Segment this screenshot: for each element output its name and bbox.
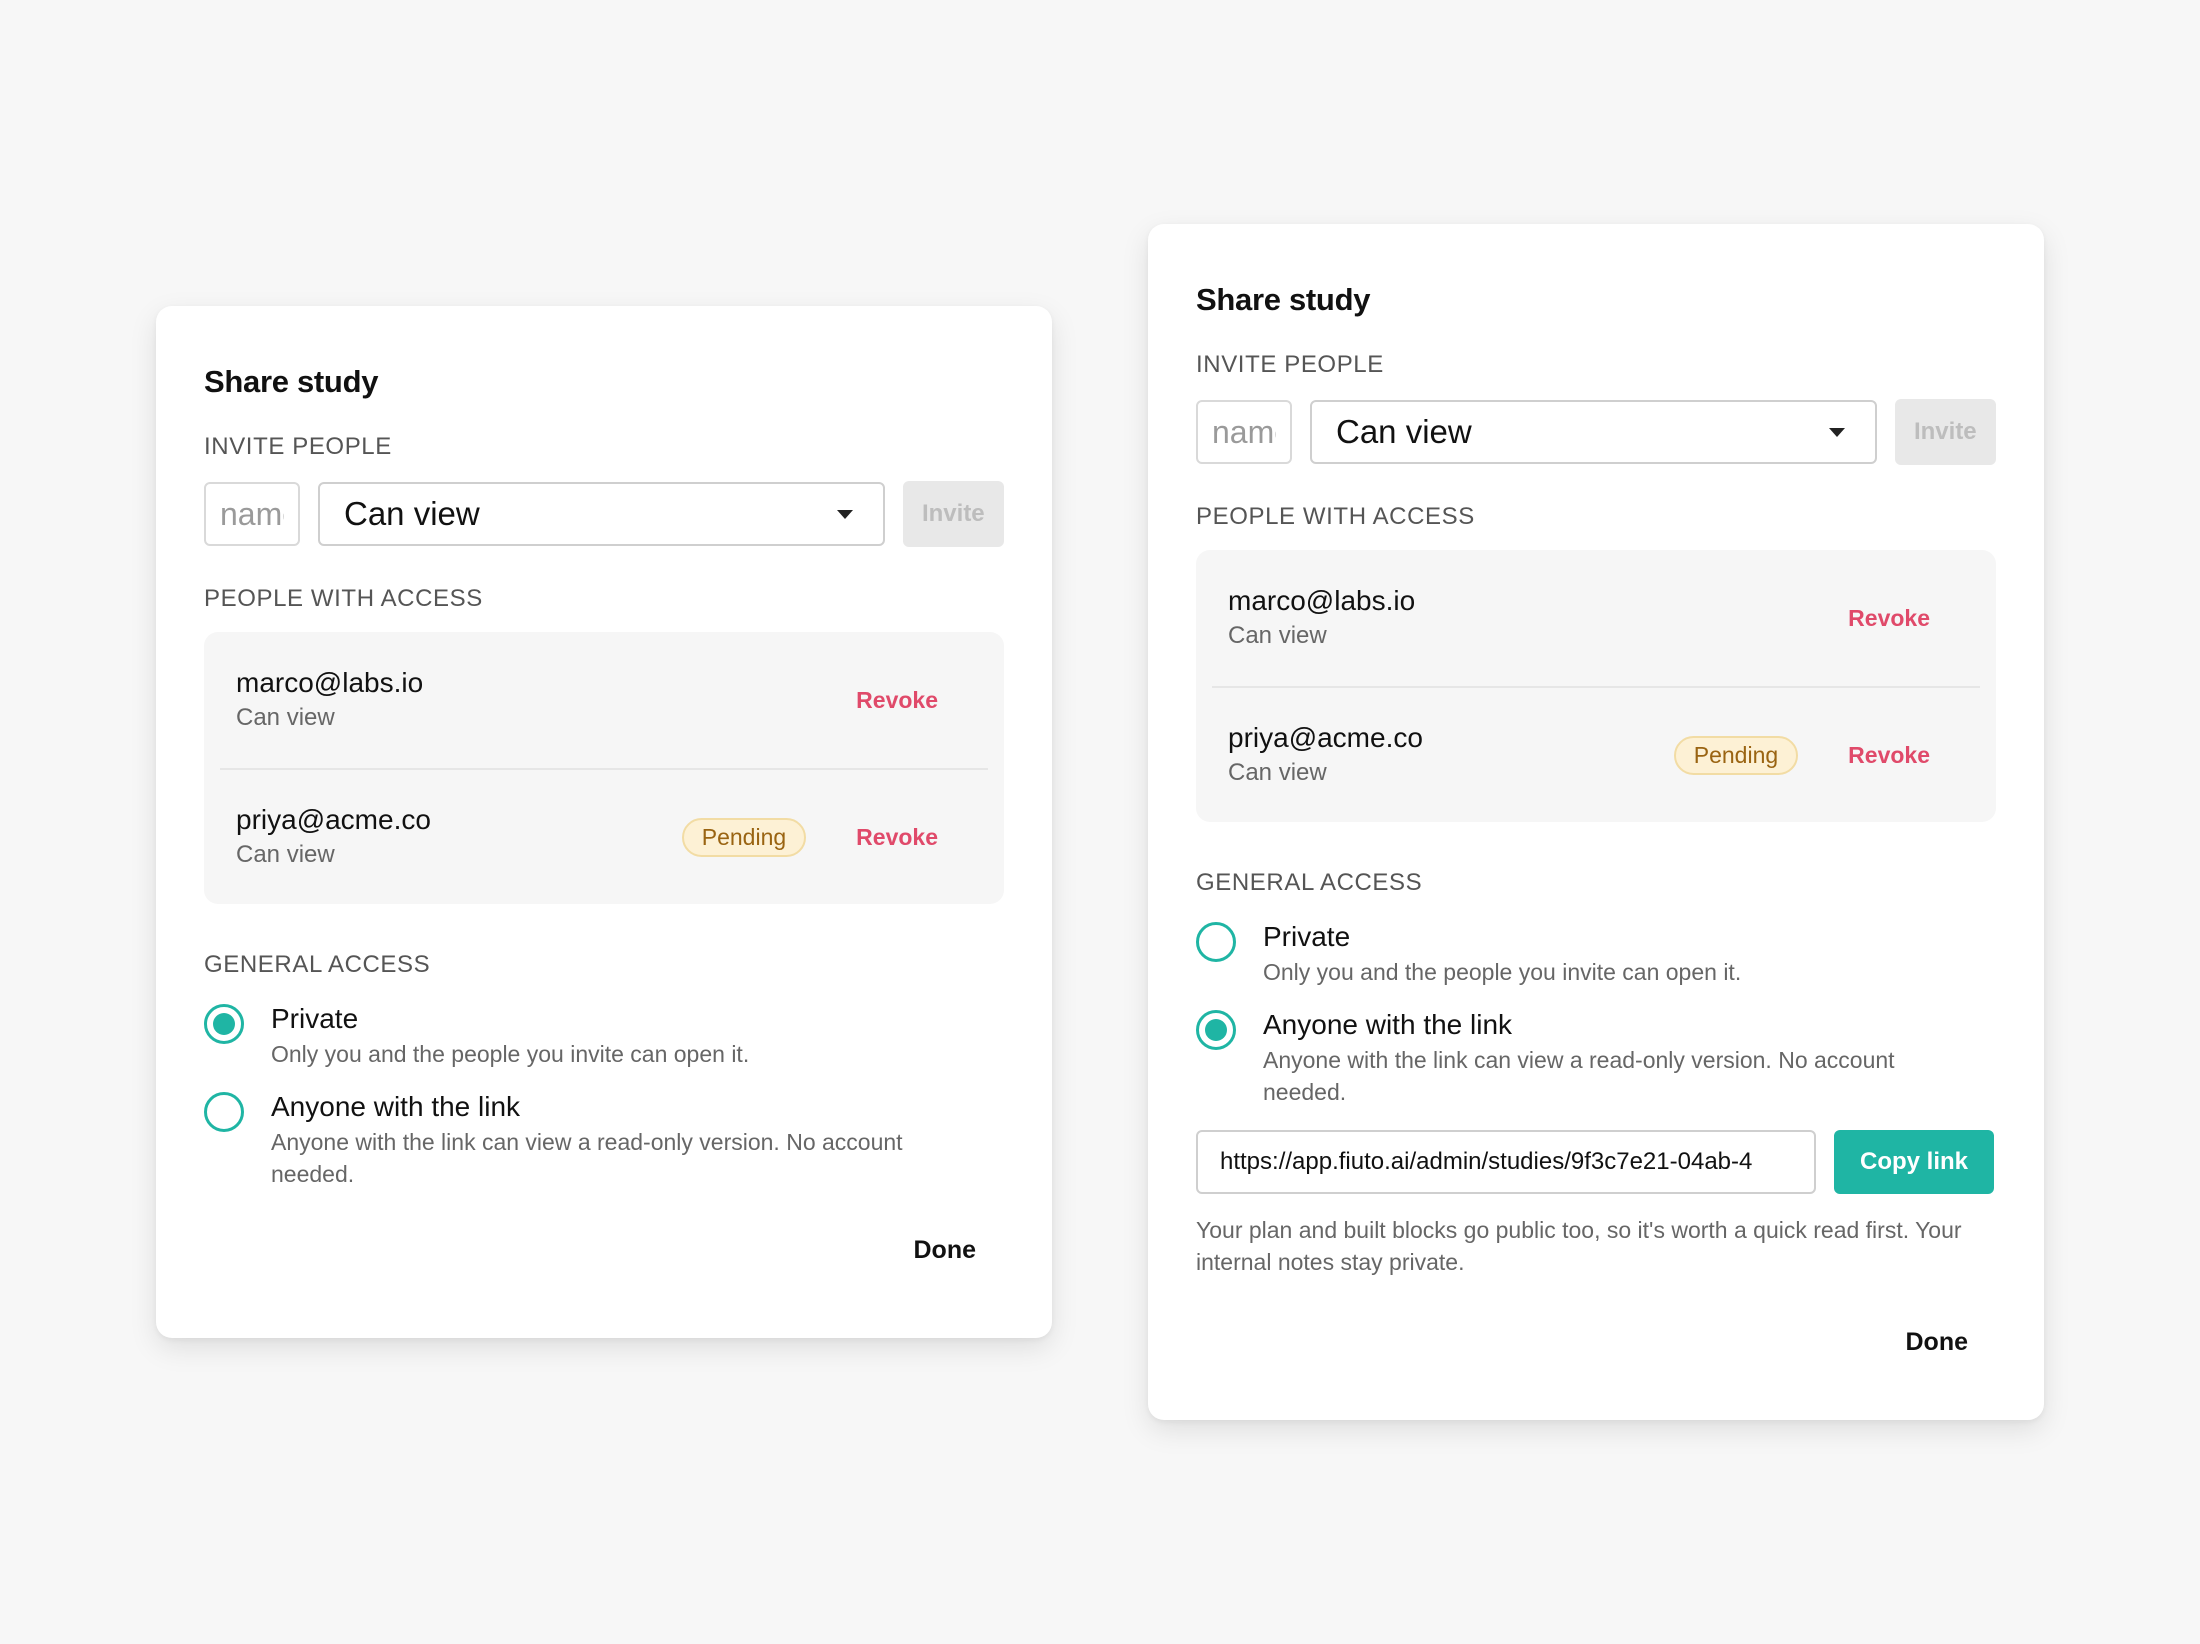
done-button[interactable]: Done <box>914 1236 977 1265</box>
invite-button[interactable]: Invite <box>1894 399 1996 465</box>
chevron-down-icon <box>836 509 853 519</box>
invite-row: Can view Invite <box>1196 399 1996 465</box>
role-select[interactable]: Can view <box>1310 400 1877 464</box>
person-email: marco@labs.io <box>236 667 424 698</box>
dialog-title: Share study <box>204 364 379 399</box>
revoke-button[interactable]: Revoke <box>1848 605 1930 632</box>
status-badge: Pending <box>1673 735 1799 775</box>
person-role: Can view <box>1228 759 1327 786</box>
radio-anyone-with-link[interactable] <box>204 1092 244 1132</box>
option-description: Only you and the people you invite can o… <box>1263 959 1742 985</box>
radio-private[interactable] <box>1196 922 1236 962</box>
invite-email-input[interactable] <box>204 482 300 546</box>
people-with-access-label: PEOPLE WITH ACCESS <box>1196 503 1475 530</box>
access-option-private: Private Only you and the people you invi… <box>204 1002 1004 1070</box>
role-select[interactable]: Can view <box>318 482 885 546</box>
invite-people-label: INVITE PEOPLE <box>204 433 392 460</box>
people-list: marco@labs.io Can view Revoke priya@acme… <box>1196 550 1996 822</box>
people-list: marco@labs.io Can view Revoke priya@acme… <box>204 632 1004 904</box>
dialog-title: Share study <box>1196 282 1371 317</box>
public-note: Your plan and built blocks go public too… <box>1196 1217 1962 1275</box>
list-item: marco@labs.io Can view Revoke <box>1212 550 1980 686</box>
radio-anyone-with-link[interactable] <box>1196 1010 1236 1050</box>
option-title: Anyone with the link <box>271 1091 521 1122</box>
person-email: priya@acme.co <box>1228 722 1423 753</box>
invite-button[interactable]: Invite <box>902 481 1004 547</box>
option-description: Anyone with the link can view a read-onl… <box>271 1129 903 1187</box>
people-with-access-label: PEOPLE WITH ACCESS <box>204 585 483 612</box>
list-item: priya@acme.co Can view Pending Revoke <box>220 768 988 904</box>
role-select-value: Can view <box>344 495 480 532</box>
option-title: Private <box>1263 921 1351 952</box>
copy-link-button[interactable]: Copy link <box>1834 1130 1994 1194</box>
status-badge: Pending <box>681 817 807 857</box>
list-item: priya@acme.co Can view Pending Revoke <box>1212 686 1980 822</box>
role-select-value: Can view <box>1336 413 1472 450</box>
general-access-label: GENERAL ACCESS <box>1196 869 1423 896</box>
access-option-private: Private Only you and the people you invi… <box>1196 920 1996 988</box>
radio-selected-dot <box>1205 1019 1227 1041</box>
share-link-row: Copy link <box>1196 1130 1996 1194</box>
share-link-field[interactable] <box>1196 1130 1816 1194</box>
share-dialog-link: Share study INVITE PEOPLE Can view Invit… <box>1148 224 2044 1420</box>
option-title: Private <box>271 1003 359 1034</box>
person-role: Can view <box>236 841 335 868</box>
option-description: Only you and the people you invite can o… <box>271 1041 750 1067</box>
person-role: Can view <box>236 704 335 731</box>
list-item: marco@labs.io Can view Revoke <box>220 632 988 768</box>
dialog-footer: Done <box>204 1236 1004 1265</box>
person-email: marco@labs.io <box>1228 585 1416 616</box>
option-title: Anyone with the link <box>1263 1009 1513 1040</box>
share-dialog-private: Share study INVITE PEOPLE Can view Invit… <box>156 306 1052 1338</box>
general-access-label: GENERAL ACCESS <box>204 951 431 978</box>
radio-selected-dot <box>213 1013 235 1035</box>
dialog-footer: Done <box>1196 1328 1996 1357</box>
revoke-button[interactable]: Revoke <box>1848 742 1930 769</box>
person-role: Can view <box>1228 622 1327 649</box>
radio-private[interactable] <box>204 1004 244 1044</box>
access-option-link: Anyone with the link Anyone with the lin… <box>204 1090 1004 1190</box>
person-email: priya@acme.co <box>236 804 431 835</box>
done-button[interactable]: Done <box>1906 1328 1969 1357</box>
invite-email-input[interactable] <box>1196 400 1292 464</box>
revoke-button[interactable]: Revoke <box>856 687 938 714</box>
invite-row: Can view Invite <box>204 481 1004 547</box>
chevron-down-icon <box>1828 427 1845 437</box>
option-description: Anyone with the link can view a read-onl… <box>1263 1047 1895 1105</box>
invite-people-label: INVITE PEOPLE <box>1196 351 1384 378</box>
access-option-link: Anyone with the link Anyone with the lin… <box>1196 1008 1996 1108</box>
revoke-button[interactable]: Revoke <box>856 824 938 851</box>
